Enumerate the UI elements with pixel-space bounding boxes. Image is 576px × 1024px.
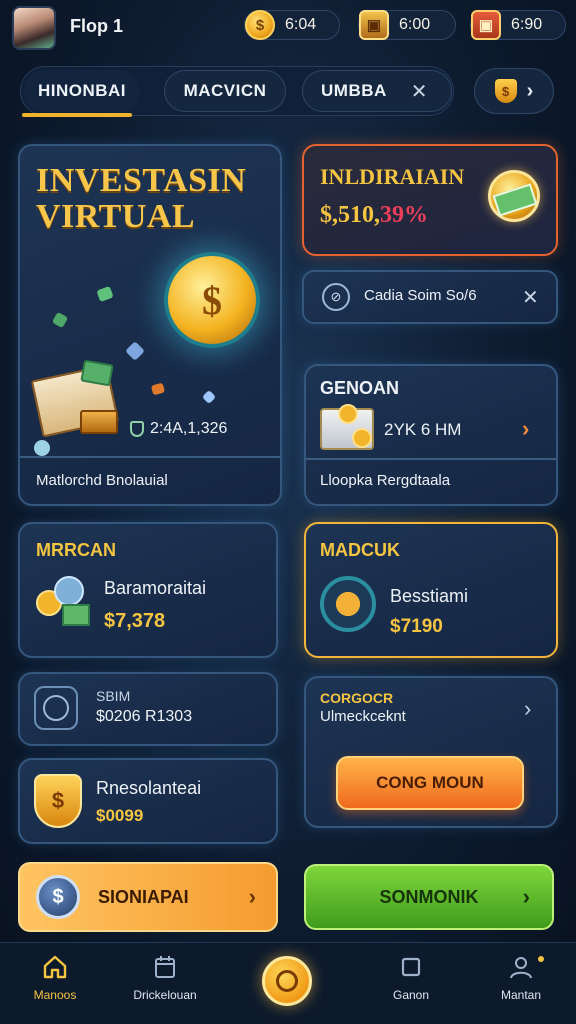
nav-item-profile[interactable]: Mantan [466, 952, 576, 1002]
calendar-icon [150, 952, 180, 982]
currency-coins[interactable]: $ 6:04 [244, 10, 340, 40]
corgocr-action-button[interactable]: CONG MOUN [336, 756, 524, 810]
nav-calendar-label: Drickelouan [133, 988, 197, 1002]
cta-left-label: SIONIAPAI [98, 886, 189, 907]
earnings-value: $,510,39% [320, 202, 428, 229]
tab-macvicn[interactable]: MACVICN [164, 70, 286, 112]
shield-check-icon [130, 421, 144, 437]
shield-icon: $ [494, 79, 517, 103]
earnings-amount: $,510, [320, 202, 380, 228]
general-footer: Lloopka Rergdtaala [320, 472, 451, 489]
currency-chest[interactable]: ▣ 6:00 [358, 10, 456, 40]
cta-right-button[interactable]: SONMONIK › [304, 864, 554, 930]
shield-coin-icon: $ [34, 774, 82, 828]
chest-icon: ▣ [359, 10, 389, 40]
treasure-chest-icon: ▣ [471, 10, 501, 40]
currency-coins-value: 6:04 [285, 16, 317, 33]
nav-profile-label: Mantan [500, 988, 542, 1002]
home-icon [40, 952, 70, 982]
corgocr-title: CORGOCR [320, 690, 394, 706]
divider [20, 456, 280, 458]
user-avatar[interactable] [12, 6, 56, 50]
coin-icon: $ [245, 10, 275, 40]
hero-stat-value: 2:4A,1,326 [150, 420, 228, 437]
tab-umbba[interactable]: UMBBA ✕ [302, 70, 452, 112]
tab-umbba-label: UMBBA [321, 81, 387, 100]
coin-pile-icon [36, 576, 94, 634]
close-icon[interactable]: ✕ [522, 285, 539, 310]
nav-ganon-label: Ganon [392, 988, 430, 1002]
dollar-badge-icon: $ [36, 875, 80, 919]
sbim-label: SBIM [96, 688, 131, 704]
cta-right-label: SONMONIK [379, 886, 479, 907]
coins-stack-icon [320, 404, 374, 450]
notice-text: Cadia Soim So/6 [364, 287, 477, 304]
general-value: 2YK 6 HM [384, 420, 462, 439]
currency-treasure-value: 6:90 [511, 16, 543, 33]
currency-treasure[interactable]: ▣ 6:90 [470, 10, 566, 40]
center-action-button[interactable] [262, 956, 312, 1006]
notification-dot [538, 956, 544, 962]
madcuk-title: MADCUK [320, 540, 400, 560]
hero-title-line1: INVESTASIN [36, 162, 247, 199]
nav-item-ganon[interactable]: Ganon [356, 952, 466, 1002]
madcuk-amount: $7190 [390, 616, 443, 637]
tab-more-button[interactable]: $ › [474, 68, 554, 114]
target-coin-icon [320, 576, 376, 632]
active-tab-indicator [22, 113, 132, 117]
gauge-icon [34, 686, 78, 730]
earnings-title: INLDIRAIAIN [320, 164, 465, 189]
corgocr-action-label: CONG MOUN [376, 773, 484, 792]
profile-icon [506, 952, 536, 982]
hero-footer-text: Matlorchd Bnolauial [36, 472, 168, 489]
hero-stat: 2:4A,1,326 [130, 420, 227, 438]
chevron-right-icon: › [522, 884, 530, 909]
chevron-right-icon[interactable]: › [522, 416, 529, 442]
chevron-right-icon[interactable]: › [524, 696, 531, 722]
rnesolan-amount: $0099 [96, 806, 144, 825]
mrrcan-label: Baramoraitai [104, 578, 207, 598]
center-action-icon [276, 970, 298, 992]
cta-left-button[interactable]: $ SIONIAPAI › [18, 862, 278, 932]
nav-item-calendar[interactable]: Drickelouan [110, 952, 220, 1002]
app-title: Flop 1 [70, 16, 123, 36]
gold-bars-icon [80, 410, 118, 434]
hero-title-line2: VIRTUAL [36, 198, 196, 235]
currency-chest-value: 6:00 [399, 16, 431, 33]
sbim-value: $0206 R1303 [96, 708, 193, 725]
chevron-right-icon: › [248, 884, 256, 909]
square-icon [396, 952, 426, 982]
mrrcan-amount: $7,378 [104, 610, 166, 632]
chevron-right-icon: › [526, 79, 534, 102]
close-icon[interactable]: ✕ [411, 79, 428, 104]
tab-hinonbai-label: HINONBAI [37, 81, 127, 100]
tab-macvicn-label: MACVICN [183, 81, 267, 100]
general-title: GENOAN [320, 378, 400, 398]
corgocr-subtitle: Ulmeckceknt [320, 708, 406, 725]
gem-decoration [34, 440, 50, 456]
earnings-percent: 39% [380, 202, 428, 228]
nav-home-label: Manoos [33, 988, 77, 1002]
rnesolan-label: Rnesolanteai [96, 778, 202, 798]
divider [306, 458, 556, 460]
nav-item-home[interactable]: Manoos [0, 952, 110, 1002]
dollar-coin-icon: $ [164, 252, 260, 348]
compass-icon: ⊘ [322, 283, 350, 311]
mrrcan-title: MRRCAN [36, 540, 116, 560]
tab-hinonbai[interactable]: HINONBAI [24, 70, 140, 112]
madcuk-label: Besstiami [390, 586, 469, 606]
coin-cash-icon [488, 170, 540, 222]
